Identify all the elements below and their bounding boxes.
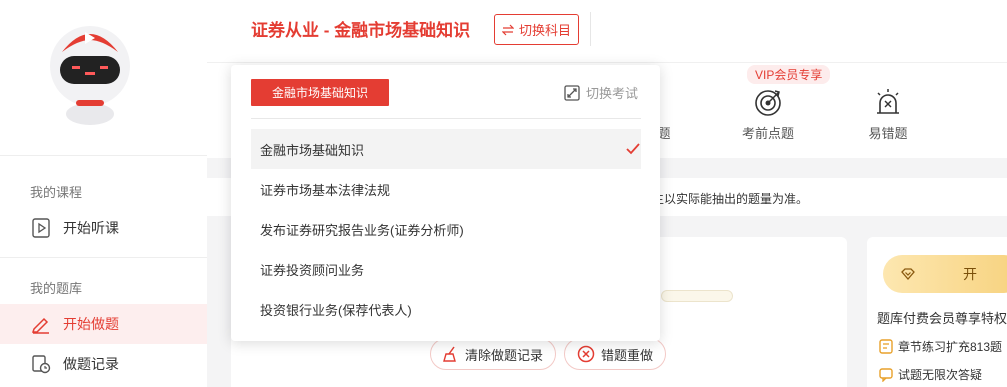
history-icon bbox=[30, 353, 52, 375]
function-error-prone[interactable]: 易错题 bbox=[848, 85, 928, 142]
target-icon bbox=[755, 90, 781, 116]
sidebar-item-practice-history[interactable]: 做题记录 bbox=[0, 344, 207, 384]
pencil-icon bbox=[30, 313, 52, 335]
vip-card: 开 题库付费会员尊享特权 章节练习扩充813题 试题无限次答疑 bbox=[867, 237, 1007, 387]
section-heading-question-bank: 我的题库 bbox=[30, 281, 83, 296]
header-divider bbox=[590, 12, 591, 46]
vip-feature-label: 试题无限次答疑 bbox=[898, 368, 983, 382]
sidebar-item-label: 开始做题 bbox=[63, 316, 119, 332]
current-subject-tab[interactable]: 金融市场基础知识 bbox=[251, 79, 389, 106]
sidebar-item-label: 开始听课 bbox=[63, 220, 119, 236]
progress-bar bbox=[661, 290, 733, 302]
diamond-icon bbox=[901, 268, 915, 280]
dropdown-divider bbox=[251, 118, 641, 119]
alarm-icon bbox=[877, 89, 899, 114]
sidebar-item-start-lesson[interactable]: 开始听课 bbox=[0, 208, 207, 248]
checkmark-icon bbox=[626, 143, 640, 155]
subject-option[interactable]: 证券市场基本法律法规 bbox=[251, 169, 641, 209]
subject-option-label: 金融市场基础知识 bbox=[260, 142, 365, 158]
redo-wrong-button[interactable]: 错题重做 bbox=[564, 338, 667, 370]
switch-exam-button[interactable]: 切换考试 bbox=[564, 83, 638, 102]
function-label: 易错题 bbox=[868, 126, 908, 141]
notice-text: 生以实际能抽出的题量为准。 bbox=[652, 192, 809, 206]
document-icon bbox=[879, 339, 893, 354]
vip-feature: 试题无限次答疑 bbox=[879, 366, 982, 383]
clear-record-button[interactable]: 清除做题记录 bbox=[430, 338, 557, 370]
broom-icon bbox=[443, 346, 456, 362]
play-icon bbox=[30, 217, 52, 239]
chat-icon bbox=[879, 367, 893, 382]
vip-feature: 章节练习扩充813题 bbox=[879, 338, 1002, 355]
sidebar: 我的课程 开始听课 我的题库 开始做题 做题记录 bbox=[0, 0, 207, 387]
clear-record-label: 清除做题记录 bbox=[465, 347, 544, 363]
function-exam-tips[interactable]: 考前点题 bbox=[728, 85, 808, 142]
page-title: 证券从业 - 金融市场基础知识 bbox=[251, 21, 471, 40]
robot-mascot-avatar bbox=[50, 26, 130, 125]
subject-option[interactable]: 金融市场基础知识 bbox=[251, 129, 641, 169]
vip-badge: VIP会员专享 bbox=[747, 65, 831, 84]
header: 证券从业 - 金融市场基础知识 切换科目 bbox=[207, 0, 1007, 62]
sidebar-divider bbox=[0, 155, 207, 156]
function-label: 考前点题 bbox=[741, 126, 794, 141]
redo-wrong-label: 错题重做 bbox=[601, 347, 654, 363]
open-vip-label: 开 bbox=[963, 266, 977, 282]
subject-option[interactable]: 发布证券研究报告业务(证券分析师) bbox=[251, 209, 641, 249]
switch-subject-label: 切换科目 bbox=[518, 23, 571, 38]
subject-dropdown: 金融市场基础知识 切换考试 金融市场基础知识 证券市场基本法律法规 发布证券研究… bbox=[231, 65, 660, 341]
close-circle-icon bbox=[577, 345, 595, 363]
sidebar-item-start-practice[interactable]: 开始做题 bbox=[0, 304, 207, 344]
switch-exam-icon bbox=[564, 84, 580, 101]
section-heading-courses: 我的课程 bbox=[30, 185, 83, 200]
subject-option[interactable]: 投资银行业务(保荐代表人) bbox=[251, 289, 641, 329]
switch-exam-label: 切换考试 bbox=[586, 86, 639, 101]
subject-option-label: 投资银行业务(保荐代表人) bbox=[260, 302, 412, 318]
subject-option-label: 发布证券研究报告业务(证券分析师) bbox=[260, 222, 464, 238]
sidebar-divider bbox=[0, 257, 207, 258]
sidebar-item-label: 做题记录 bbox=[63, 356, 119, 372]
swap-icon bbox=[501, 24, 514, 35]
subject-option[interactable]: 证券投资顾问业务 bbox=[251, 249, 641, 289]
vip-privilege-title: 题库付费会员尊享特权 bbox=[877, 311, 1007, 326]
subject-option-label: 证券市场基本法律法规 bbox=[260, 182, 391, 198]
switch-subject-button[interactable]: 切换科目 bbox=[494, 14, 579, 45]
subject-option-label: 证券投资顾问业务 bbox=[260, 262, 365, 278]
vip-feature-label: 章节练习扩充813题 bbox=[898, 340, 1003, 354]
open-vip-button[interactable]: 开 bbox=[883, 255, 1007, 293]
